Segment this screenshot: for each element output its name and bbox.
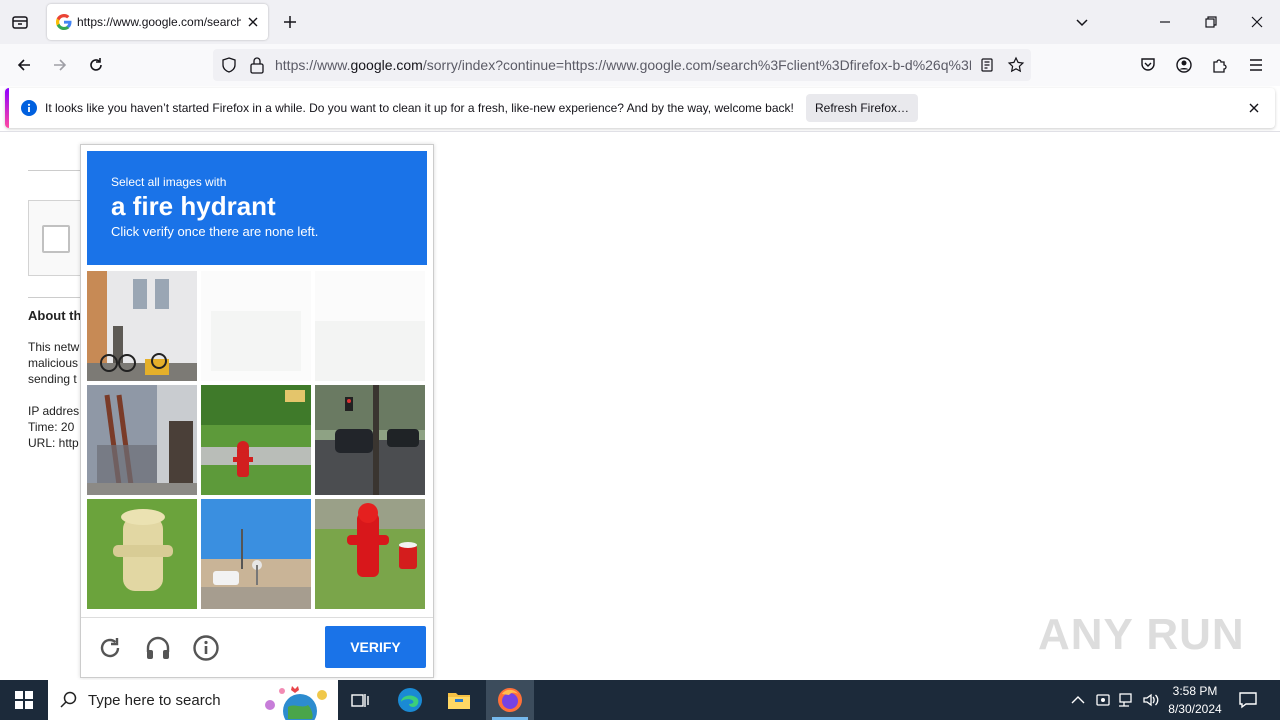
reload-icon[interactable]: [82, 51, 110, 79]
audio-challenge-headphones-icon[interactable]: [144, 634, 172, 662]
task-view-icon[interactable]: [346, 686, 374, 714]
captcha-tile-2[interactable]: [201, 271, 311, 381]
lock-icon[interactable]: [249, 56, 265, 74]
captcha-challenge-dialog: Select all images with a fire hydrant Cl…: [80, 144, 434, 678]
url-bar[interactable]: https://www.google.com/sorry/index?conti…: [213, 49, 1031, 81]
refresh-firefox-notification: It looks like you haven’t started Firefo…: [5, 88, 1275, 128]
captcha-tile-3[interactable]: [315, 271, 425, 381]
about-heading: About th: [28, 308, 82, 323]
list-all-tabs-chevron-down-icon[interactable]: [1068, 8, 1096, 36]
url-line: URL: http: [28, 436, 79, 450]
tracking-protection-shield-icon[interactable]: [221, 57, 237, 73]
navigation-toolbar: https://www.google.com/sorry/index?conti…: [0, 44, 1280, 86]
edge-browser-icon[interactable]: [396, 686, 424, 714]
url-text[interactable]: https://www.google.com/sorry/index?conti…: [275, 57, 971, 73]
anyrun-watermark: ANY RUN: [1038, 610, 1245, 659]
url-host: google.com: [350, 57, 423, 73]
google-favicon-icon: [56, 14, 72, 30]
forward-icon[interactable]: [46, 51, 74, 79]
captcha-tile-7[interactable]: [87, 499, 197, 609]
back-icon[interactable]: [10, 51, 38, 79]
firefox-icon: [498, 688, 522, 712]
search-icon: [60, 691, 77, 708]
captcha-tile-4[interactable]: [87, 385, 197, 495]
bookmark-star-icon[interactable]: [1007, 56, 1025, 74]
refresh-firefox-button[interactable]: Refresh Firefox…: [806, 94, 918, 122]
captcha-instruction: Select all images with: [111, 175, 227, 189]
meet-now-icon[interactable]: [1095, 692, 1111, 708]
pocket-icon[interactable]: [1134, 51, 1162, 79]
captcha-tile-9[interactable]: [315, 499, 425, 609]
about-line-2: malicious: [28, 356, 79, 370]
windows-start-icon[interactable]: [10, 686, 38, 714]
notification-accent-stripe: [5, 88, 9, 128]
file-explorer-icon[interactable]: [445, 686, 473, 714]
close-window-icon[interactable]: [1243, 8, 1271, 36]
new-tab-icon[interactable]: [276, 8, 304, 36]
reload-challenge-icon[interactable]: [97, 635, 123, 661]
extensions-puzzle-icon[interactable]: [1206, 51, 1234, 79]
clock-date[interactable]: 8/30/2024: [1160, 702, 1230, 716]
captcha-subinstruction: Click verify once there are none left.: [111, 224, 319, 239]
search-placeholder: Type here to search: [88, 692, 221, 709]
about-line-3: sending t: [28, 372, 77, 386]
clock-time[interactable]: 3:58 PM: [1160, 684, 1230, 698]
content-divider: [0, 131, 1280, 132]
notification-message: It looks like you haven’t started Firefo…: [45, 101, 794, 115]
show-hidden-icons-chevron-up-icon[interactable]: [1071, 694, 1085, 706]
page-divider-bottom: [28, 297, 88, 298]
browser-tab[interactable]: https://www.google.com/search: [47, 4, 268, 40]
notification-center-icon[interactable]: [1238, 690, 1258, 710]
account-icon[interactable]: [1170, 51, 1198, 79]
taskbar-search-input[interactable]: Type here to search: [48, 680, 338, 720]
windows-taskbar: Type here to search 3:58 PM 8/30/2024: [0, 680, 1280, 720]
url-prefix: https://www.: [275, 57, 351, 73]
ip-address-line: IP addres: [28, 404, 80, 418]
verify-button[interactable]: VERIFY: [325, 626, 426, 668]
recaptcha-widget: [28, 200, 88, 276]
captcha-tile-8[interactable]: [201, 499, 311, 609]
captcha-footer-divider: [81, 617, 433, 618]
restore-icon[interactable]: [1197, 8, 1225, 36]
about-line-1: This netw: [28, 340, 80, 354]
close-notification-icon[interactable]: [1248, 102, 1260, 114]
network-icon[interactable]: [1118, 692, 1136, 708]
minimize-icon[interactable]: [1151, 8, 1179, 36]
help-info-icon[interactable]: [192, 634, 220, 662]
tab-overview-icon[interactable]: [6, 8, 34, 36]
reader-view-icon[interactable]: [979, 57, 995, 73]
url-path: /sorry/index?continue=https://www.google…: [422, 57, 971, 73]
recaptcha-checkbox[interactable]: [42, 225, 70, 253]
captcha-tile-6[interactable]: [315, 385, 425, 495]
time-line: Time: 20: [28, 420, 75, 434]
volume-icon[interactable]: [1142, 692, 1160, 708]
close-tab-icon[interactable]: [244, 13, 262, 31]
captcha-target: a fire hydrant: [111, 191, 276, 221]
page-divider-top: [28, 170, 88, 171]
firefox-taskbar-button[interactable]: [486, 680, 534, 720]
info-icon: [21, 100, 37, 116]
captcha-tile-1[interactable]: [87, 271, 197, 381]
tab-title: https://www.google.com/search: [77, 15, 241, 29]
search-highlight-globe-icon: [265, 686, 327, 720]
captcha-header: Select all images with a fire hydrant Cl…: [87, 151, 427, 265]
hamburger-menu-icon[interactable]: [1242, 51, 1270, 79]
captcha-tile-5[interactable]: [201, 385, 311, 495]
tab-strip: https://www.google.com/search: [0, 0, 1280, 44]
